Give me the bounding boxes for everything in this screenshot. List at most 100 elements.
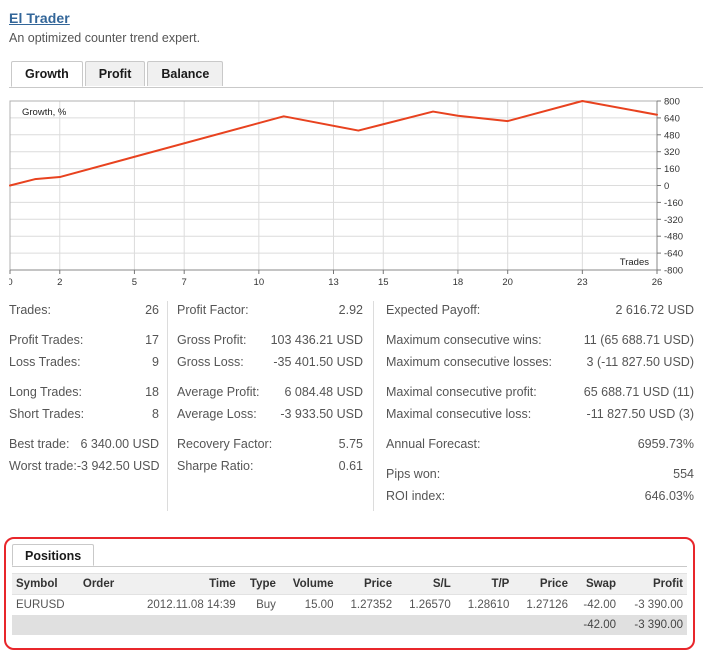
stat-trades-row: Trades: 26 — [9, 299, 159, 321]
growth-chart-svg: 800 640 480 320 160 0 -160 -320 -480 -640 -800 0 2 5 7… — [9, 97, 683, 288]
stat-value: -35 401.50 USD — [273, 355, 363, 369]
svg-text:480: 480 — [664, 130, 680, 141]
tab-balance[interactable]: Balance — [147, 61, 224, 86]
total-blank-cell — [454, 615, 514, 635]
stat-label: Recovery Factor: — [177, 437, 273, 451]
svg-text:-160: -160 — [664, 198, 683, 209]
cell-price: 1.27352 — [337, 594, 397, 615]
total-blank-cell — [78, 615, 126, 635]
stat-profit-row: Gross Profit: 103 436.21 USD — [177, 329, 363, 351]
stat-label: Gross Profit: — [177, 333, 247, 347]
stat-performance-row: Expected Payoff: 2 616.72 USD — [386, 299, 694, 321]
svg-text:-320: -320 — [664, 215, 683, 226]
stat-label: Average Profit: — [177, 385, 260, 399]
positions-tabbar: Positions — [12, 543, 687, 567]
total-profit: -3 390.00 — [619, 615, 687, 635]
page-title-link[interactable]: El Trader — [9, 10, 70, 26]
stat-profit-row: Gross Loss: -35 401.50 USD — [177, 351, 363, 373]
svg-text:800: 800 — [664, 97, 680, 108]
positions-col-swap[interactable]: Swap — [571, 573, 620, 595]
stat-label: Long Trades: — [9, 385, 82, 399]
stat-value: 6 084.48 USD — [284, 385, 363, 399]
positions-table-body: EURUSD 2012.11.08 14:39 Buy 15.00 1.27352 1.2… — [12, 594, 687, 635]
total-blank-cell — [279, 615, 338, 635]
tab-positions[interactable]: Positions — [12, 544, 95, 566]
stat-value: 646.03% — [644, 489, 694, 503]
stat-trades-row: Long Trades: 18 — [9, 381, 159, 403]
stat-label: Worst trade: — [9, 459, 77, 473]
svg-text:Trades: Trades — [620, 257, 649, 268]
svg-text:0: 0 — [664, 181, 669, 192]
positions-col-symbol[interactable]: Symbol — [12, 573, 79, 595]
stat-value: 2 616.72 USD — [615, 303, 694, 317]
positions-col-type[interactable]: Type — [239, 573, 280, 595]
positions-col-s-l[interactable]: S/L — [396, 573, 455, 595]
positions-col-price[interactable]: Price — [337, 573, 397, 595]
stat-label: Pips won: — [386, 467, 441, 481]
svg-text:320: 320 — [664, 147, 680, 158]
stats-column-performance: Expected Payoff: 2 616.72 USD Maximum cons… — [386, 299, 694, 507]
cell-volume: 15.00 — [279, 594, 338, 615]
svg-text:10: 10 — [254, 277, 265, 288]
stat-profit-row: Average Loss: -3 933.50 USD — [177, 403, 363, 425]
stat-performance-row: Annual Forecast: 6959.73% — [386, 433, 694, 455]
stat-value: 6 340.00 USD — [80, 437, 159, 451]
svg-text:7: 7 — [182, 277, 187, 288]
stat-trades-row: Worst trade: -3 942.50 USD — [9, 455, 160, 477]
positions-col-profit[interactable]: Profit — [619, 573, 687, 595]
stat-label: Profit Factor: — [177, 303, 249, 317]
positions-col-order[interactable]: Order — [78, 573, 126, 595]
stat-profit-row: Profit Factor: 2.92 — [177, 299, 363, 321]
positions-col-volume[interactable]: Volume — [279, 573, 338, 595]
stat-value: 18 — [145, 385, 159, 399]
total-blank-cell — [239, 615, 280, 635]
stat-trades-row: Best trade: 6 340.00 USD — [9, 433, 159, 455]
cell-price-current: 1.27126 — [513, 594, 572, 615]
positions-col-price[interactable]: Price — [513, 573, 572, 595]
stat-value: 9 — [152, 355, 159, 369]
stat-value: 17 — [145, 333, 159, 347]
total-blank-cell — [337, 615, 397, 635]
positions-col-t-p[interactable]: T/P — [454, 573, 514, 595]
svg-text:Growth, %: Growth, % — [22, 107, 67, 118]
stat-performance-row: Maximum consecutive wins: 11 (65 688.71 U… — [386, 329, 694, 351]
total-swap: -42.00 — [571, 615, 620, 635]
stat-label: Maximal consecutive loss: — [386, 407, 532, 421]
cell-time: 2012.11.08 14:39 — [125, 594, 240, 615]
stat-label: Profit Trades: — [9, 333, 84, 347]
svg-text:0: 0 — [9, 277, 13, 288]
total-blank-cell — [125, 615, 240, 635]
stats-column-trades: Trades: 26 Profit Trades: 17 Loss Trades: 9 Lo… — [9, 299, 160, 477]
cell-profit: -3 390.00 — [619, 594, 687, 615]
table-row[interactable]: EURUSD 2012.11.08 14:39 Buy 15.00 1.27352 1.2… — [12, 594, 687, 615]
svg-text:13: 13 — [328, 277, 339, 288]
stat-value: 26 — [145, 303, 159, 317]
stat-label: Maximum consecutive wins: — [386, 333, 542, 347]
positions-total-row: -42.00 -3 390.00 — [12, 615, 687, 635]
stats-divider-1 — [167, 301, 168, 511]
stat-performance-row: Pips won: 554 — [386, 463, 694, 485]
svg-text:20: 20 — [502, 277, 513, 288]
stat-value: 3 (-11 827.50 USD) — [586, 355, 694, 369]
stat-label: Maximal consecutive profit: — [386, 385, 537, 399]
svg-text:2: 2 — [57, 277, 62, 288]
svg-text:160: 160 — [664, 164, 680, 175]
svg-text:-800: -800 — [664, 266, 683, 277]
tab-profit[interactable]: Profit — [84, 61, 146, 86]
stat-label: Expected Payoff: — [386, 303, 481, 317]
stat-performance-row: Maximum consecutive losses: 3 (-11 827.50… — [386, 351, 694, 373]
cell-tp: 1.28610 — [454, 594, 514, 615]
svg-text:26: 26 — [652, 277, 663, 288]
total-blank-cell — [513, 615, 572, 635]
stat-profit-row: Sharpe Ratio: 0.61 — [177, 455, 363, 477]
stat-trades-row: Profit Trades: 17 — [9, 329, 159, 351]
positions-col-time[interactable]: Time — [125, 573, 240, 595]
stat-value: 103 436.21 USD — [270, 333, 363, 347]
svg-text:640: 640 — [664, 113, 680, 124]
stat-performance-row: ROI index: 646.03% — [386, 485, 694, 507]
stat-label: Maximum consecutive losses: — [386, 355, 553, 369]
stat-performance-row: Maximal consecutive profit: 65 688.71 USD… — [386, 381, 694, 403]
svg-text:5: 5 — [132, 277, 137, 288]
tab-growth[interactable]: Growth — [11, 61, 83, 87]
svg-text:-640: -640 — [664, 249, 683, 260]
